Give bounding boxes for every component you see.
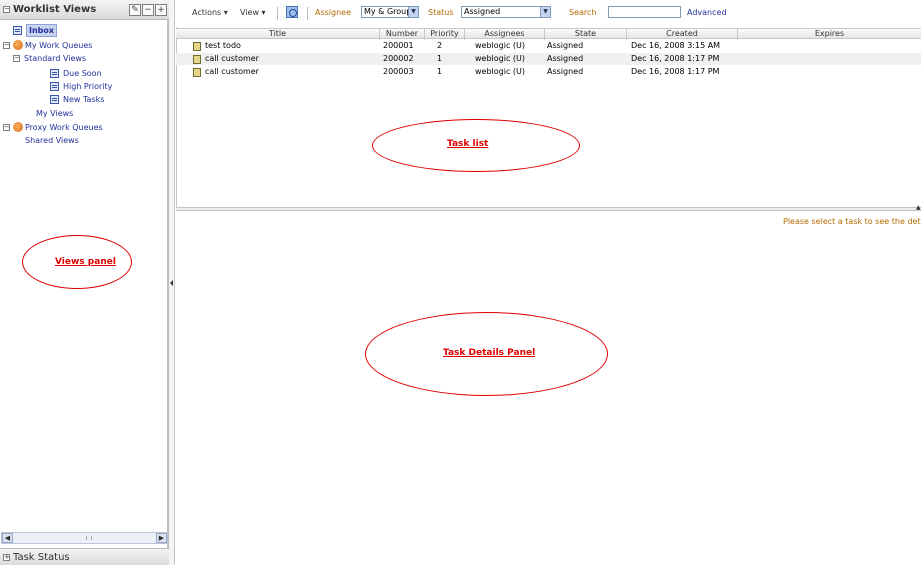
chevron-down-icon[interactable]: ▼ bbox=[408, 7, 418, 17]
add-view-icon[interactable]: + bbox=[155, 4, 167, 16]
assignee-select[interactable]: My & Group ▼ bbox=[361, 6, 419, 18]
view-icon bbox=[50, 82, 59, 91]
chevron-down-icon[interactable]: ▼ bbox=[540, 7, 550, 17]
view-menu[interactable]: View ▾ bbox=[240, 8, 266, 17]
toolbar-separator bbox=[307, 7, 308, 20]
task-title[interactable]: call customer bbox=[205, 53, 259, 65]
column-header-title[interactable]: Title bbox=[176, 29, 380, 40]
column-header-priority[interactable]: Priority bbox=[425, 29, 465, 40]
task-title[interactable]: call customer bbox=[205, 66, 259, 78]
task-icon bbox=[193, 55, 201, 64]
task-priority: 1 bbox=[437, 54, 443, 63]
tree-item-label[interactable]: Due Soon bbox=[63, 67, 102, 80]
task-details-annotation: Task Details Panel bbox=[443, 348, 536, 358]
column-header-number[interactable]: Number bbox=[380, 29, 425, 40]
view-icon bbox=[50, 69, 59, 78]
tree-item-label[interactable]: Proxy Work Queues bbox=[25, 121, 103, 134]
column-header-assignees[interactable]: Assignees bbox=[465, 29, 545, 40]
collapse-views-panel-icon[interactable]: − bbox=[3, 6, 10, 13]
table-row[interactable]: call customer 200003 1 weblogic (U) Assi… bbox=[176, 66, 921, 78]
scroll-left-icon[interactable]: ◀ bbox=[2, 533, 13, 543]
search-label: Search bbox=[569, 8, 597, 17]
collapse-icon[interactable]: − bbox=[3, 124, 10, 131]
task-table-header: Title Number Priority Assignees State Cr… bbox=[176, 28, 921, 40]
task-number: 200003 bbox=[383, 67, 414, 76]
task-status-label: Task Status bbox=[13, 552, 70, 563]
assignee-select-value: My & Group bbox=[364, 7, 412, 16]
search-input[interactable] bbox=[608, 6, 681, 18]
column-header-state[interactable]: State bbox=[545, 29, 627, 40]
remove-view-icon[interactable]: − bbox=[142, 4, 154, 16]
task-icon bbox=[193, 42, 201, 51]
assignee-label: Assignee bbox=[315, 8, 352, 17]
task-toolbar: Actions ▾ View ▾ Assignee My & Group ▼ S… bbox=[176, 5, 921, 24]
collapse-icon[interactable]: − bbox=[13, 55, 20, 62]
collapse-left-panel-icon[interactable] bbox=[170, 280, 173, 286]
task-list-annotation: Task list bbox=[447, 139, 489, 149]
view-icon bbox=[13, 26, 22, 35]
tree-item-label[interactable]: Shared Views bbox=[25, 134, 79, 147]
view-icon bbox=[50, 95, 59, 104]
column-header-created[interactable]: Created bbox=[627, 29, 738, 40]
task-created: Dec 16, 2008 1:17 PM bbox=[631, 67, 720, 76]
view-menu-label: View bbox=[240, 8, 259, 17]
task-number: 200001 bbox=[383, 41, 414, 50]
views-horizontal-scrollbar[interactable]: ◀ ▶ bbox=[1, 532, 168, 544]
panel-splitter[interactable] bbox=[169, 0, 175, 565]
status-select[interactable]: Assigned ▼ bbox=[461, 6, 551, 18]
views-panel-header: − Worklist Views ✎ − + bbox=[0, 0, 169, 20]
actions-menu-label: Actions bbox=[192, 8, 222, 17]
status-select-value: Assigned bbox=[464, 7, 501, 16]
tree-item-label[interactable]: Inbox bbox=[26, 24, 58, 37]
task-icon bbox=[193, 68, 201, 77]
task-assignees: weblogic (U) bbox=[475, 54, 525, 63]
work-queue-icon bbox=[13, 122, 23, 132]
status-label: Status bbox=[428, 8, 454, 17]
tree-item-label[interactable]: New Tasks bbox=[63, 93, 104, 106]
advanced-search-link[interactable]: Advanced bbox=[687, 8, 727, 17]
toolbar-separator bbox=[277, 7, 278, 20]
column-header-expires[interactable]: Expires bbox=[738, 29, 921, 40]
task-priority: 1 bbox=[437, 67, 443, 76]
tree-item-label[interactable]: My Views bbox=[36, 107, 73, 120]
task-state: Assigned bbox=[547, 41, 584, 50]
task-status-panel-header[interactable]: + Task Status bbox=[0, 548, 169, 565]
scroll-right-icon[interactable]: ▶ bbox=[156, 533, 167, 543]
task-number: 200002 bbox=[383, 54, 414, 63]
views-panel-title: Worklist Views bbox=[13, 4, 97, 15]
task-title[interactable]: test todo bbox=[205, 40, 241, 52]
task-assignees: weblogic (U) bbox=[475, 67, 525, 76]
table-row[interactable]: test todo 200001 2 weblogic (U) Assigned… bbox=[176, 40, 921, 52]
views-panel-annotation: Views panel bbox=[55, 257, 116, 267]
tree-item-label[interactable]: High Priority bbox=[63, 80, 112, 93]
task-state: Assigned bbox=[547, 54, 584, 63]
task-assignees: weblogic (U) bbox=[475, 41, 525, 50]
task-created: Dec 16, 2008 3:15 AM bbox=[631, 41, 721, 50]
actions-menu[interactable]: Actions ▾ bbox=[192, 8, 228, 17]
expand-task-status-icon[interactable]: + bbox=[3, 554, 10, 561]
table-row[interactable]: call customer 200002 1 weblogic (U) Assi… bbox=[176, 53, 921, 65]
refresh-icon[interactable] bbox=[286, 6, 298, 18]
select-task-message: Please select a task to see the detai bbox=[783, 217, 921, 226]
collapse-icon[interactable]: − bbox=[3, 42, 10, 49]
task-priority: 2 bbox=[437, 41, 443, 50]
scroll-thumb-grip[interactable] bbox=[86, 536, 92, 540]
edit-view-icon[interactable]: ✎ bbox=[129, 4, 141, 16]
tree-item-label[interactable]: My Work Queues bbox=[25, 39, 92, 52]
task-state: Assigned bbox=[547, 67, 584, 76]
task-created: Dec 16, 2008 1:17 PM bbox=[631, 54, 720, 63]
tree-item-label[interactable]: Standard Views bbox=[24, 52, 86, 65]
work-queue-icon bbox=[13, 40, 23, 50]
